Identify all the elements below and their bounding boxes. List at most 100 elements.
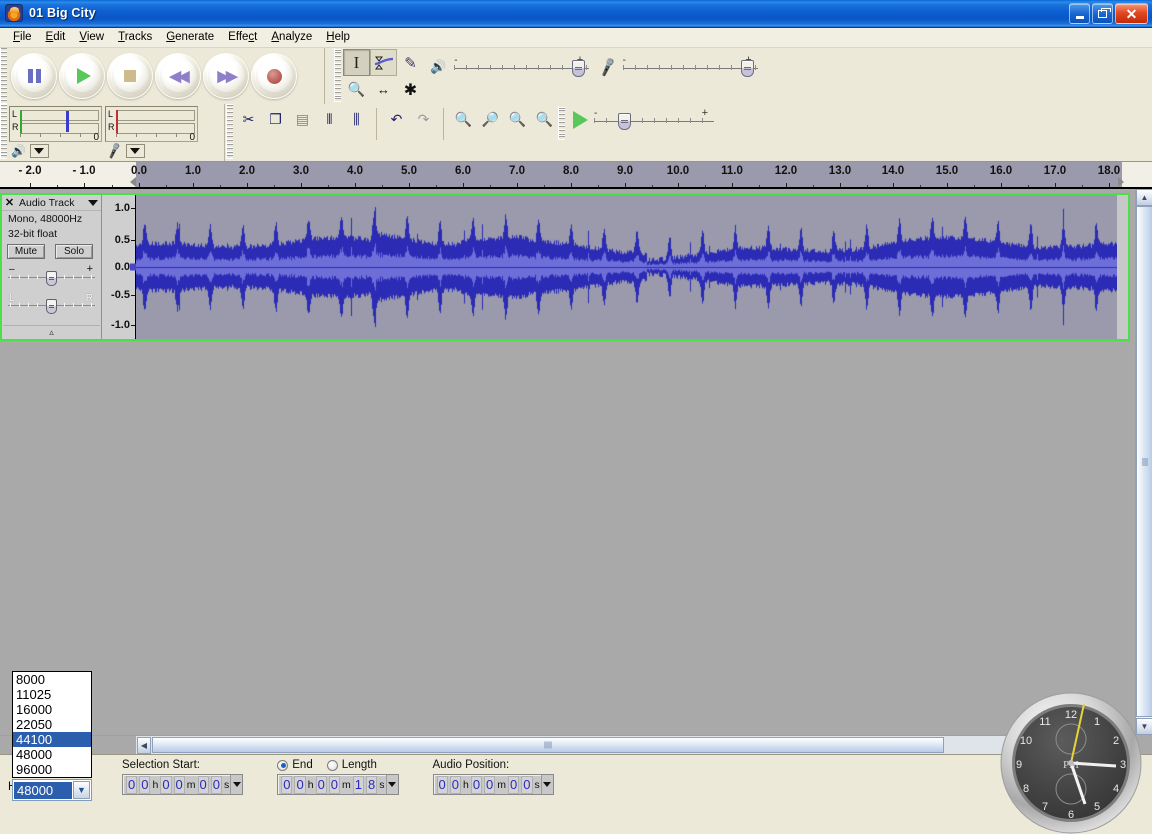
output-volume-slider[interactable]: - + [454, 54, 590, 77]
vertical-scrollbar-thumb[interactable] [1136, 206, 1152, 717]
rate-option[interactable]: 96000 [13, 762, 91, 777]
play-speed-slider[interactable]: - + [594, 107, 714, 130]
play-speed-toolbar-grip[interactable] [558, 106, 567, 140]
restore-button[interactable] [1092, 3, 1113, 24]
multi-tool[interactable]: ✱ [397, 76, 424, 103]
transport-toolbar-grip[interactable] [0, 48, 9, 104]
menu-help[interactable]: Help [319, 29, 357, 46]
audio-track[interactable]: ✕ Audio Track Mono, 48000Hz 32-bit float… [0, 193, 1130, 341]
track-gain-slider[interactable]: – + [8, 263, 95, 287]
mute-button[interactable]: Mute [7, 244, 45, 259]
waveform-canvas[interactable] [136, 195, 1118, 339]
trim-outside-button[interactable]: ⦀ [316, 106, 343, 133]
output-meter[interactable]: L R 0 [9, 106, 102, 143]
vertical-scrollbar[interactable]: ▲ ▼ [1135, 189, 1152, 735]
pos-m1[interactable]: 0 [470, 775, 483, 794]
timeline-left-handle[interactable] [130, 177, 136, 187]
scroll-left-button[interactable]: ◀ [137, 736, 151, 754]
rate-option[interactable]: 48000 [13, 747, 91, 762]
menu-generate[interactable]: Generate [159, 29, 221, 46]
pos-s1[interactable]: 0 [508, 775, 520, 794]
record-button[interactable] [251, 53, 297, 99]
waveform-display[interactable] [136, 195, 1128, 339]
rate-option[interactable]: 22050 [13, 717, 91, 732]
project-rate-combo[interactable]: 48000 ▼ [12, 779, 92, 801]
tools-toolbar-grip[interactable] [334, 48, 343, 102]
horizontal-scrollbar-thumb[interactable] [152, 737, 944, 753]
copy-button[interactable]: ❐ [262, 106, 289, 133]
pos-m2[interactable]: 0 [484, 775, 496, 794]
end-radio[interactable]: End [277, 759, 313, 771]
menu-effect[interactable]: Effect [221, 29, 264, 46]
sel-start-h2[interactable]: 0 [139, 775, 151, 794]
sel-start-m2[interactable]: 0 [173, 775, 185, 794]
stop-button[interactable] [107, 53, 153, 99]
project-rate-value[interactable]: 48000 [14, 781, 72, 799]
gain-slider-thumb[interactable] [46, 271, 57, 286]
track-close-button[interactable]: ✕ [4, 196, 15, 209]
rate-option[interactable]: 8000 [13, 672, 91, 687]
redo-button[interactable]: ↷ [410, 106, 437, 133]
timeline-right-handle[interactable] [1118, 177, 1124, 187]
length-radio[interactable]: Length [326, 759, 377, 771]
track-pan-slider[interactable]: L R [8, 293, 95, 315]
meter-toolbar-grip[interactable] [0, 104, 9, 159]
track-name-dropdown[interactable]: Audio Track [18, 195, 101, 210]
pos-s2[interactable]: 0 [521, 775, 533, 794]
rate-option[interactable]: 16000 [13, 702, 91, 717]
pos-h2[interactable]: 0 [449, 775, 461, 794]
selection-start-field[interactable]: 0 0 h 0 0 m 0 0 s [122, 774, 244, 795]
menu-view[interactable]: View [72, 29, 111, 46]
timeshift-tool[interactable]: ↔ [370, 76, 397, 103]
sel-end-h2[interactable]: 0 [294, 775, 306, 794]
sel-end-m1[interactable]: 0 [315, 775, 327, 794]
sel-start-h1[interactable]: 0 [126, 775, 138, 794]
zoom-out-button[interactable]: 🔎 [477, 106, 504, 133]
sel-end-s1[interactable]: 1 [352, 775, 365, 794]
paste-button[interactable]: ▤ [289, 106, 316, 133]
menu-analyze[interactable]: Analyze [264, 29, 319, 46]
play-button[interactable] [59, 53, 105, 99]
sel-start-m1[interactable]: 0 [160, 775, 172, 794]
zoom-tool[interactable]: 🔍 [343, 76, 370, 103]
audio-position-dropdown[interactable] [540, 775, 553, 794]
pan-slider-thumb[interactable] [46, 299, 57, 314]
sel-end-h1[interactable]: 0 [281, 775, 293, 794]
close-button[interactable]: ✕ [1115, 3, 1148, 24]
input-device-dropdown[interactable] [125, 144, 145, 158]
minimize-button[interactable] [1069, 3, 1090, 24]
envelope-tool[interactable] [370, 49, 397, 76]
zoom-in-button[interactable]: 🔍 [450, 106, 477, 133]
timeline-ruler[interactable]: - 2.0 - 1.0 0.0 1.0 2.0 3.0 4.0 5.0 6.0 7.0 8.0 9.0… [0, 162, 1152, 189]
play-at-speed-button[interactable] [567, 106, 594, 133]
solo-button[interactable]: Solo [55, 244, 93, 259]
input-volume-slider[interactable]: - + [622, 54, 758, 77]
selection-start-dropdown[interactable] [230, 775, 243, 794]
sel-end-s2[interactable]: 8 [366, 775, 378, 794]
rate-option[interactable]: 44100 [13, 732, 91, 747]
selection-tool[interactable]: I [343, 49, 370, 76]
sel-start-s2[interactable]: 0 [210, 775, 222, 794]
skip-to-end-button[interactable]: ▶▶ [203, 53, 249, 99]
play-speed-slider-thumb[interactable] [618, 113, 631, 130]
pause-button[interactable] [11, 53, 57, 99]
output-device-dropdown[interactable] [29, 144, 49, 158]
title-bar[interactable]: 01 Big City ✕ [0, 0, 1152, 28]
undo-button[interactable]: ↶ [383, 106, 410, 133]
skip-to-start-button[interactable]: ◀◀ [155, 53, 201, 99]
output-slider-thumb[interactable] [572, 60, 586, 77]
project-rate-dropdown-list[interactable]: 8000 11025 16000 22050 44100 48000 96000 [12, 671, 92, 778]
track-resize-handle[interactable]: ▵ [3, 325, 100, 338]
input-slider-thumb[interactable] [740, 60, 754, 77]
sel-end-m2[interactable]: 0 [328, 775, 341, 794]
menu-tracks[interactable]: Tracks [111, 29, 159, 46]
draw-tool[interactable]: ✎ [397, 49, 424, 76]
horizontal-scrollbar[interactable]: ◀ [0, 735, 1135, 754]
input-meter[interactable]: L R 0 [105, 106, 198, 143]
fit-project-button[interactable]: 🔍 [531, 106, 558, 133]
edit-toolbar-grip[interactable] [226, 104, 235, 159]
silence-selection-button[interactable]: ⫼ [343, 106, 370, 133]
pos-h1[interactable]: 0 [436, 775, 448, 794]
audio-position-field[interactable]: 0 0 h 0 0 m 0 0 s [432, 774, 554, 795]
cut-button[interactable]: ✂ [235, 106, 262, 133]
